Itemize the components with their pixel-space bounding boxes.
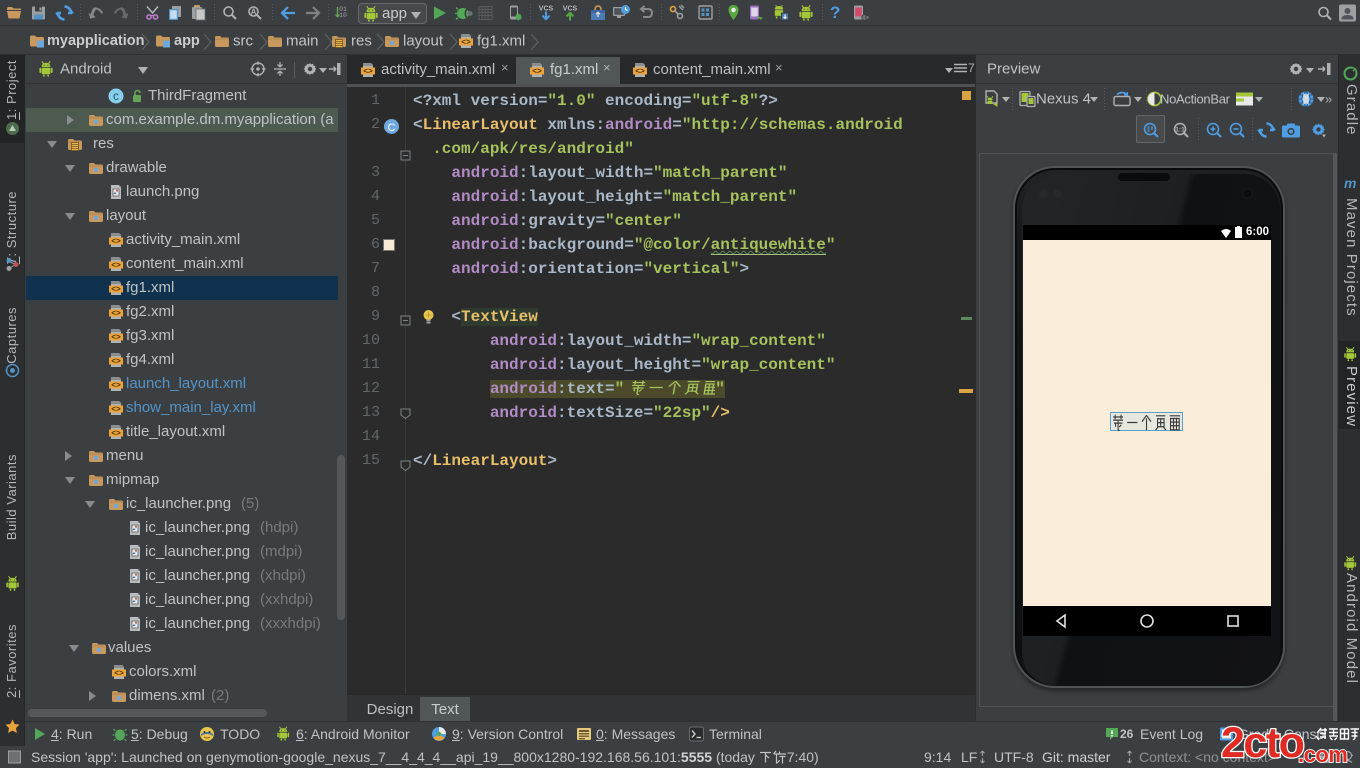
svg-text:.com: .com: [1298, 742, 1347, 767]
svg-text:C: C: [388, 122, 396, 134]
svg-text:A: A: [251, 7, 257, 16]
svg-text:1:1: 1:1: [1175, 126, 1185, 133]
svg-text:C: C: [113, 93, 119, 104]
svg-text:VCS: VCS: [563, 5, 578, 12]
svg-text:10: 10: [339, 12, 347, 19]
svg-text:VCS: VCS: [539, 5, 554, 12]
svg-text:2cto: 2cto: [1221, 719, 1304, 767]
